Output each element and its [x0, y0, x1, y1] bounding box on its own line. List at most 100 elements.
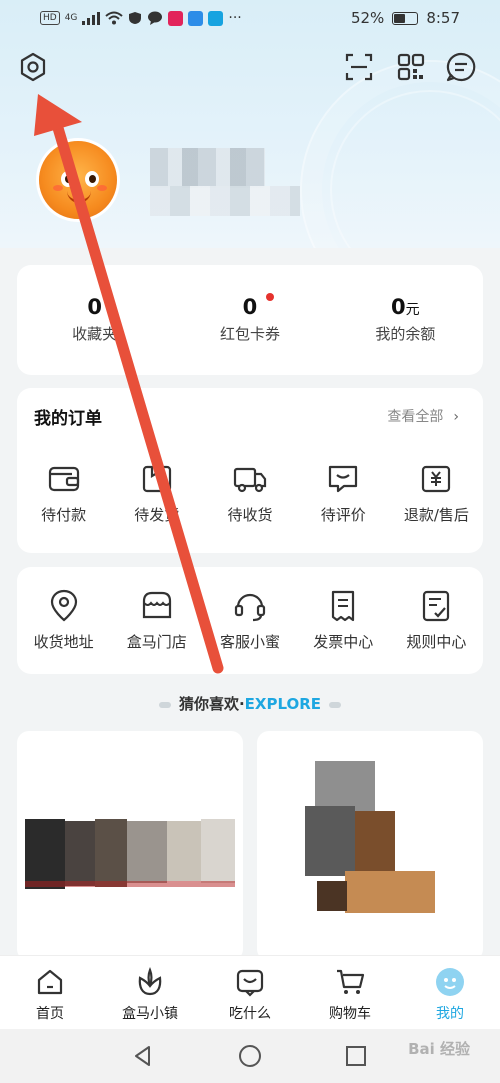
tab-cart[interactable]: 购物车: [300, 956, 400, 1029]
order-label: 待评价: [320, 506, 366, 524]
cloud-notification-icon: [188, 10, 204, 26]
explore-subtitle: EXPLORE: [244, 695, 322, 713]
service-label: 规则中心: [406, 633, 467, 651]
signal-icon: [82, 11, 101, 25]
shield-icon: [129, 12, 142, 24]
message-button[interactable]: [444, 50, 478, 84]
stat-unit: 元: [405, 302, 420, 318]
chat-bubble-icon: [148, 11, 163, 25]
message-icon: [446, 52, 476, 82]
service-label: 盒马门店: [126, 633, 187, 651]
service-invoice[interactable]: 发票中心: [297, 587, 390, 652]
settings-button[interactable]: [16, 50, 50, 84]
stat-balance[interactable]: 0元 我的余额: [328, 265, 483, 375]
product-image-pixel: [345, 871, 435, 913]
decorative-dot: [329, 701, 342, 708]
search-app-icon: [208, 10, 224, 26]
service-rules[interactable]: 规则中心: [390, 587, 483, 652]
signal-label: 4G: [64, 13, 78, 23]
location-icon: [50, 589, 77, 622]
product-image-pixel: [317, 881, 347, 911]
home-icon: [37, 969, 63, 995]
home-circle-icon[interactable]: [238, 1044, 262, 1068]
clock: 8:57: [426, 9, 460, 27]
avatar-eye: [61, 171, 75, 187]
tab-home[interactable]: 首页: [0, 956, 100, 1029]
invoice-icon: [332, 590, 355, 622]
service-store[interactable]: 盒马门店: [110, 587, 203, 652]
tab-label: 购物车: [329, 1006, 371, 1022]
product-image-pixel: [95, 819, 127, 887]
review-icon: [329, 465, 358, 493]
product-image-pixel: [305, 806, 355, 876]
view-all-orders-link[interactable]: 查看全部 ›: [387, 406, 459, 426]
tab-label: 吃什么: [229, 1006, 271, 1022]
stat-label: 收藏夹: [72, 325, 118, 343]
product-image-pixel: [65, 821, 95, 886]
wallet-icon: [48, 466, 79, 492]
tab-label: 我的: [436, 1006, 464, 1022]
battery-percent: 52%: [350, 9, 385, 27]
stat-label: 我的余额: [375, 325, 436, 343]
stat-coupons[interactable]: 0 红包卡券: [172, 265, 327, 375]
services-card: 收货地址 盒马门店 客服小蜜 发票中心 规则中心: [17, 567, 483, 674]
qr-code-button[interactable]: [394, 50, 428, 84]
orders-card: 我的订单 查看全部 › 待付款 待发货 待收货 待评价 退款/售后: [17, 388, 483, 553]
rules-icon: [423, 590, 450, 622]
tab-label: 盒马小镇: [122, 1006, 178, 1022]
service-label: 收货地址: [33, 633, 94, 651]
order-pending-review[interactable]: 待评价: [297, 460, 390, 525]
order-pending-receipt[interactable]: 待收货: [203, 460, 296, 525]
tab-town[interactable]: 盒马小镇: [100, 956, 200, 1029]
stat-value: 0: [87, 295, 102, 319]
stats-card: 0 收藏夹 0 红包卡券 0元 我的余额: [17, 265, 483, 375]
order-label: 待收货: [227, 506, 273, 524]
more-notifications: ···: [228, 10, 242, 26]
smile-box-icon: [236, 969, 264, 997]
app-notification-icon: [168, 10, 184, 26]
truck-icon: [233, 467, 267, 493]
status-bar: HD 4G ··· 52% 8:57: [0, 0, 500, 38]
order-pending-payment[interactable]: 待付款: [17, 460, 110, 525]
flower-icon: [138, 967, 162, 996]
hexagon-settings-icon: [20, 52, 46, 82]
bottom-tab-bar: 首页 盒马小镇 吃什么 购物车 我的: [0, 955, 500, 1029]
avatar-cheek: [53, 185, 63, 191]
refund-icon: [422, 465, 451, 493]
order-label: 待付款: [41, 506, 87, 524]
qr-code-icon: [397, 53, 425, 81]
back-icon[interactable]: [131, 1044, 155, 1068]
avatar-cheek: [97, 185, 107, 191]
product-image-pixel: [25, 881, 235, 887]
mascot-icon: [436, 968, 464, 996]
wifi-icon: [105, 11, 124, 25]
product-card[interactable]: [17, 731, 243, 961]
service-label: 发票中心: [313, 633, 374, 651]
service-customer-support[interactable]: 客服小蜜: [203, 587, 296, 652]
chevron-right-icon: ›: [453, 409, 459, 425]
stat-favorites[interactable]: 0 收藏夹: [17, 265, 172, 375]
recents-icon[interactable]: [344, 1044, 368, 1068]
explore-title: 猜你喜欢: [178, 695, 239, 713]
watermark: Bai 经验: [408, 1040, 470, 1058]
headset-icon: [234, 593, 266, 622]
service-address[interactable]: 收货地址: [17, 587, 110, 652]
tab-mine[interactable]: 我的: [400, 956, 500, 1029]
battery-fill: [394, 13, 406, 23]
avatar-eye: [85, 171, 99, 187]
battery-icon: [392, 11, 419, 25]
product-image-pixel: [25, 819, 65, 889]
order-refund[interactable]: 退款/售后: [390, 460, 483, 525]
scan-button[interactable]: [342, 50, 376, 84]
product-card[interactable]: [257, 731, 483, 961]
product-image-pixel: [315, 761, 375, 811]
product-image-pixel: [355, 811, 395, 871]
order-label: 待发货: [134, 506, 180, 524]
orders-title: 我的订单: [34, 409, 102, 429]
avatar[interactable]: [36, 138, 120, 222]
service-label: 客服小蜜: [220, 633, 281, 651]
view-all-label: 查看全部: [387, 409, 444, 425]
order-pending-shipment[interactable]: 待发货: [110, 460, 203, 525]
tab-what-to-eat[interactable]: 吃什么: [200, 956, 300, 1029]
product-image-pixel: [167, 821, 201, 881]
